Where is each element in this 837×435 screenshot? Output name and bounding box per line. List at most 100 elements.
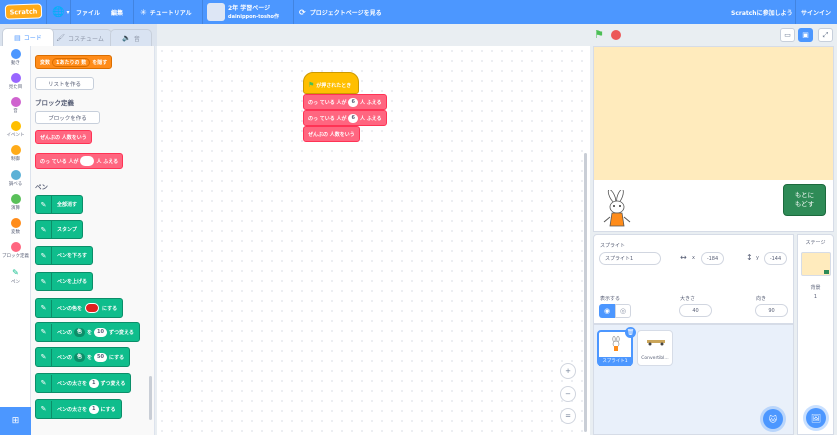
backdrops-count: 1	[813, 294, 818, 300]
green-flag-icon[interactable]: ⚑	[594, 28, 604, 41]
rabbit-thumb-icon	[612, 336, 620, 351]
category-4[interactable]: イベント	[0, 121, 31, 138]
category-label: 動き	[11, 61, 20, 66]
myblocks-title: ブロック定義	[35, 99, 74, 107]
sprite-thumb-2[interactable]: Convertibl...	[637, 330, 673, 366]
add-extension-button[interactable]: ⊞	[0, 407, 31, 435]
file-menu[interactable]: ファイル	[76, 0, 100, 24]
block-pen-down[interactable]: ✎ ペンを下ろす	[35, 246, 94, 265]
normal-stage-button[interactable]: ▣	[798, 28, 813, 42]
sprite-label: スプライト	[600, 243, 626, 249]
signin-link[interactable]: サインイン	[801, 0, 831, 24]
zoom-in-button[interactable]: +	[560, 363, 576, 379]
make-block-button[interactable]: ブロックを作る	[35, 111, 100, 124]
category-menu: 動き見た目音イベント制御調べる演算変数ブロック定義 ✎ ペン	[0, 46, 31, 408]
menu-bar: Scratch 🌐 ▾ ファイル 編集 ✳ チュートリアル 2年 学習ページ dai…	[0, 0, 837, 24]
join-scratch-link[interactable]: Scratchに参加しよう	[731, 0, 793, 24]
fullscreen-button[interactable]: ⤢	[818, 28, 833, 42]
block-set-pen-color[interactable]: ✎ ペンの色を にする	[35, 298, 124, 318]
block-change-pen-param[interactable]: ✎ ペンの色を 10 ずつ変える	[35, 322, 140, 342]
size-field[interactable]: 40	[679, 304, 712, 317]
block-pen-clear[interactable]: ✎ 全部消す	[35, 195, 84, 214]
category-label: 調べる	[8, 182, 23, 187]
category-1[interactable]: 動き	[0, 49, 31, 66]
variable-dropdown[interactable]: 1あたりの 数	[52, 57, 91, 67]
number-input[interactable]	[80, 156, 95, 166]
rabbit-sprite[interactable]	[602, 190, 636, 230]
tutorial-menu[interactable]: ✳ チュートリアル	[140, 0, 192, 24]
language-menu[interactable]: 🌐 ▾	[52, 0, 69, 24]
x-arrows-icon: ↔	[680, 253, 687, 262]
tab-costume[interactable]: 🖌 コスチューム	[48, 29, 112, 46]
sprite-thumb-label: Convertibl...	[641, 356, 669, 361]
edit-menu[interactable]: 編集	[111, 0, 123, 24]
number-input[interactable]: 10	[94, 327, 108, 337]
project-author: dainippon-tosho作	[228, 14, 279, 20]
scratch-logo[interactable]: Scratch	[4, 3, 43, 20]
script-area[interactable]: ⚑ が押されたとき のっ ている 人が 6 人 ふえる のっ ている 人が 6 人 ふえる…	[157, 46, 590, 435]
number-input[interactable]: 50	[94, 352, 108, 362]
block-notteiru[interactable]: のっ ている 人が人 ふえる	[35, 153, 124, 169]
category-8[interactable]: 変数	[0, 218, 31, 235]
hide-sprite-button[interactable]: ◎	[615, 304, 631, 318]
script-scrollbar[interactable]	[584, 153, 587, 432]
stage-title: ステージ	[805, 240, 826, 246]
reset-button[interactable]: もとに もどす	[783, 184, 826, 216]
show-label: 表示する	[600, 296, 621, 302]
add-backdrop-button[interactable]: 🖼	[806, 408, 826, 428]
block-set-pen-param[interactable]: ✎ ペンの色を 50 にする	[35, 347, 131, 367]
stage-canvas[interactable]	[593, 46, 834, 180]
category-2[interactable]: 見た目	[0, 73, 31, 90]
number-input[interactable]: 6	[348, 97, 358, 107]
sprite-name-field[interactable]: スプライト1	[599, 252, 661, 265]
tab-code[interactable]: ▤ コード	[2, 28, 54, 46]
zoom-reset-button[interactable]: =	[560, 408, 576, 424]
y-arrows-icon: ↕	[746, 253, 753, 262]
see-project-page-button[interactable]: ⟳ プロジェクトページを見る	[299, 0, 382, 24]
add-sprite-button[interactable]: 🐱	[763, 409, 783, 429]
zoom-out-button[interactable]: −	[560, 386, 576, 402]
number-input[interactable]: 1	[89, 378, 99, 388]
category-10[interactable]: ✎ ペン	[0, 268, 31, 285]
direction-field[interactable]: 90	[755, 304, 788, 317]
category-dot-icon	[10, 97, 21, 107]
block-change-pen-size[interactable]: ✎ ペンの太さを 1 ずつ変える	[35, 373, 132, 393]
pen-title: ペン	[35, 183, 48, 191]
category-5[interactable]: 制御	[0, 145, 31, 162]
block-hide-variable[interactable]: 変数 1あたりの 数を隠す	[35, 55, 113, 69]
pen-color-swatch[interactable]	[85, 303, 100, 313]
category-6[interactable]: 調べる	[0, 170, 31, 187]
category-3[interactable]: 音	[0, 97, 31, 114]
category-dot-icon	[10, 170, 21, 180]
y-field[interactable]: -144	[764, 252, 787, 265]
sprite-info-panel: スプライト スプライト1 ↔ x -184 ↕ y -144 表示する ◉ ◎ …	[593, 234, 794, 324]
make-list-button[interactable]: リストを作る	[35, 77, 94, 90]
stage-selector[interactable]: ステージ 背景 1 🖼	[797, 234, 834, 435]
number-input[interactable]: 6	[348, 113, 358, 123]
block-zenbu[interactable]: ぜんぶの 人数をいう	[35, 130, 92, 144]
x-field[interactable]: -184	[701, 252, 724, 265]
category-9[interactable]: ブロック定義	[0, 242, 31, 259]
script-block-notteiru-1[interactable]: のっ ている 人が 6 人 ふえる	[303, 94, 387, 110]
tab-sound[interactable]: 🔈 音	[110, 29, 152, 46]
block-stamp[interactable]: ✎ スタンプ	[35, 220, 83, 239]
stop-icon[interactable]	[611, 30, 621, 40]
category-dot-icon	[10, 218, 21, 228]
number-input[interactable]: 1	[89, 404, 99, 414]
stage-thumbnail[interactable]	[801, 252, 831, 276]
script-block-zenbu[interactable]: ぜんぶの 人数をいう	[303, 126, 360, 142]
sprite-thumb-1[interactable]: スプライト1 🗑	[597, 327, 636, 366]
x-label: x	[692, 255, 695, 261]
script-block-notteiru-2[interactable]: のっ ている 人が 6 人 ふえる	[303, 110, 387, 126]
pen-param-dropdown[interactable]: 色	[74, 327, 86, 337]
hat-block-green-flag[interactable]: ⚑ が押されたとき	[303, 72, 359, 94]
pen-param-dropdown[interactable]: 色	[74, 352, 86, 362]
show-visible-button[interactable]: ◉	[599, 304, 615, 318]
trash-icon[interactable]: 🗑	[625, 327, 636, 338]
palette-scrollbar[interactable]	[149, 376, 152, 420]
category-7[interactable]: 演算	[0, 194, 31, 211]
block-pen-up[interactable]: ✎ ペンを上げる	[35, 272, 94, 291]
small-stage-button[interactable]: ▭	[780, 28, 795, 42]
cat-icon: 🐱	[768, 414, 778, 424]
block-set-pen-size[interactable]: ✎ ペンの太さを 1 にする	[35, 399, 122, 419]
